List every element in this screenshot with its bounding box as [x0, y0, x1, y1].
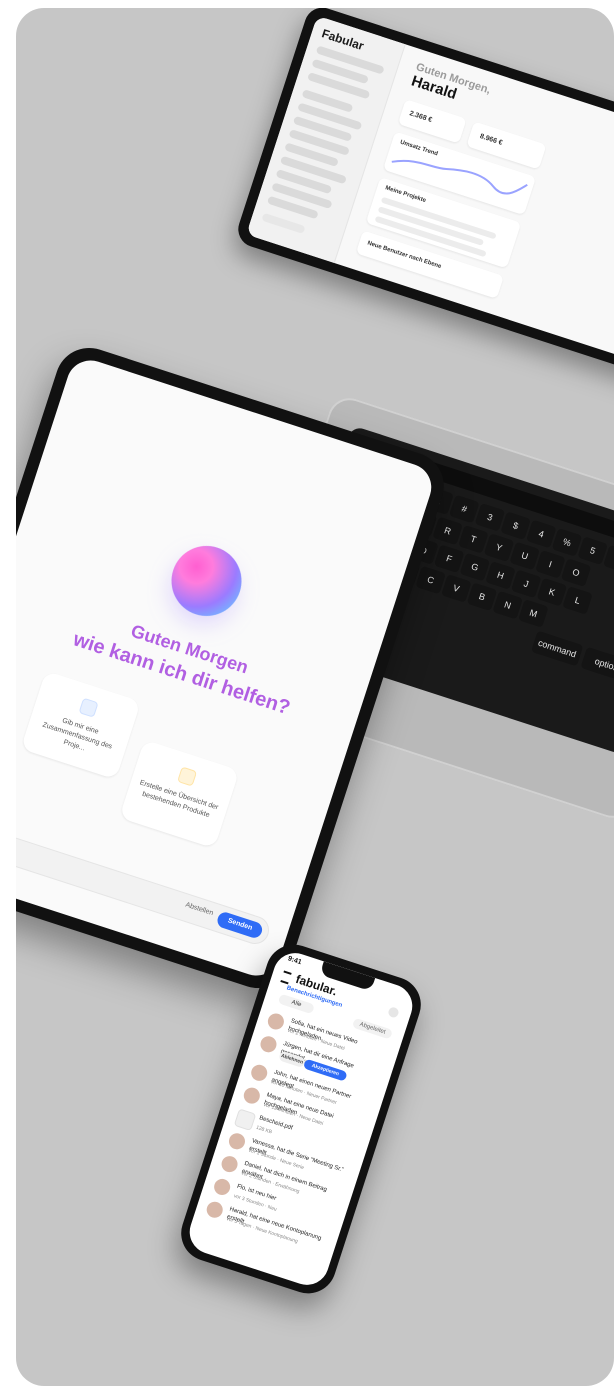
avatar — [212, 1176, 233, 1198]
sidebar-footer[interactable] — [261, 212, 306, 234]
avatar — [249, 1062, 270, 1083]
suggestion-card[interactable]: Erstelle eine Übersicht der bestehenden … — [119, 739, 240, 849]
key[interactable]: O — [560, 558, 592, 587]
status-time: 9:41 — [286, 955, 303, 967]
avatar[interactable] — [387, 1006, 400, 1019]
file-icon — [233, 1108, 257, 1132]
suggestion-icon — [177, 766, 198, 787]
suggestion-text: Erstelle eine Übersicht der bestehenden … — [138, 779, 220, 820]
avatar — [265, 1011, 286, 1032]
prompt-hint: Abstellen — [184, 901, 215, 918]
avatar — [226, 1131, 248, 1152]
suggestion-text: Gib mir eine Zusammenfassung des Proje..… — [41, 717, 113, 753]
avatar — [258, 1034, 279, 1055]
avatar — [241, 1085, 262, 1106]
key[interactable]: M — [518, 599, 549, 628]
product-mockup-card: Fabular Guten Morgen, Harald 2.368 € 8.9… — [16, 8, 614, 1386]
key[interactable]: L — [562, 586, 593, 615]
kpi-value: 8.966 € — [478, 132, 504, 147]
laptop-screen: Fabular Guten Morgen, Harald 2.368 € 8.9… — [233, 8, 614, 383]
users-title: Neue Benutzer nach Ebene — [366, 240, 442, 271]
key[interactable]: command — [530, 630, 584, 667]
send-button[interactable]: Senden — [215, 910, 265, 940]
avatar — [204, 1199, 225, 1220]
menu-icon[interactable] — [280, 970, 292, 985]
suggestion-card[interactable]: Gib mir eine Zusammenfassung des Proje..… — [20, 670, 142, 780]
key[interactable]: option — [580, 646, 614, 683]
ai-orb — [162, 536, 251, 626]
laptop-ui: Fabular Guten Morgen, Harald 2.368 € 8.9… — [246, 15, 614, 371]
filter-archived[interactable]: Abgeleitet — [351, 1017, 393, 1040]
avatar — [219, 1154, 240, 1175]
kpi-value: 2.368 € — [408, 110, 433, 124]
suggestion-icon — [78, 697, 99, 718]
